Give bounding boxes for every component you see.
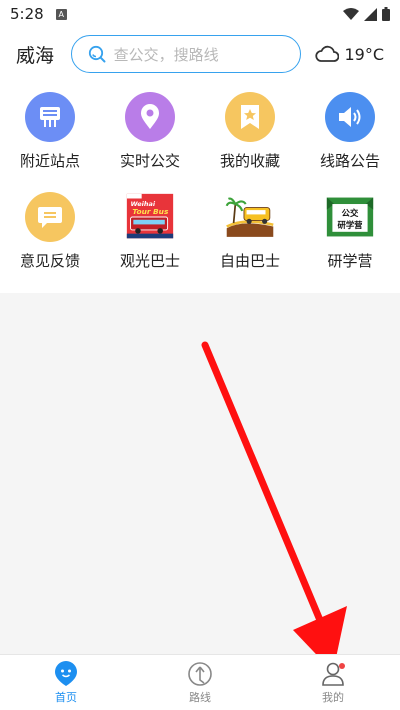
cloud-icon — [315, 45, 340, 62]
home-face-icon — [55, 661, 77, 686]
search-input[interactable]: 查公交，搜路线 — [70, 35, 302, 73]
bottom-tab-bar: 首页 路线 我的 — [0, 654, 400, 710]
tab-home-label: 首页 — [55, 691, 77, 704]
city-selector[interactable]: 威海 — [16, 41, 71, 68]
svg-text:Tour Bus: Tour Bus — [132, 207, 169, 216]
grid-item-nearby-stops[interactable]: 附近站点 — [0, 92, 100, 171]
speaker-icon — [325, 92, 375, 142]
weather-widget[interactable]: 19°C — [315, 45, 384, 64]
grid-item-label: 我的收藏 — [219, 152, 280, 170]
tab-profile[interactable]: 我的 — [293, 661, 373, 705]
svg-text:研学营: 研学营 — [338, 220, 364, 230]
function-grid: 附近站点 实时公交 我的收藏 线路公告 意见反馈 Weihai Tour Bus… — [0, 80, 400, 293]
grid-item-tour-bus[interactable]: Weihai Tour Bus 观光巴士 — [100, 192, 200, 271]
battery-icon — [382, 7, 390, 21]
wifi-icon — [343, 7, 359, 20]
grid-item-label: 实时公交 — [119, 152, 180, 170]
status-bar: 5:28 A — [0, 0, 400, 28]
tab-route[interactable]: 路线 — [160, 661, 240, 705]
notification-badge — [339, 663, 345, 669]
bookmark-star-icon — [225, 92, 275, 142]
grid-item-study-camp[interactable]: 公交 研学营 研学营 — [300, 192, 400, 271]
status-icons — [343, 7, 390, 21]
search-placeholder: 查公交，搜路线 — [113, 45, 219, 64]
grid-item-free-bus[interactable]: 自由巴士 — [200, 192, 300, 271]
grid-item-label: 研学营 — [327, 252, 373, 270]
route-compass-icon — [188, 662, 212, 686]
signal-icon — [364, 7, 377, 21]
header: 威海 查公交，搜路线 19°C — [0, 28, 400, 80]
grid-item-favorites[interactable]: 我的收藏 — [200, 92, 300, 171]
notification-icon: A — [55, 8, 67, 20]
svg-text:公交: 公交 — [342, 208, 359, 218]
free-bus-image — [225, 192, 275, 242]
bus-stop-icon — [25, 92, 75, 142]
tab-home[interactable]: 首页 — [26, 661, 106, 705]
grid-item-feedback[interactable]: 意见反馈 — [0, 192, 100, 271]
status-time: 5:28 — [10, 5, 44, 23]
grid-item-label: 观光巴士 — [119, 252, 180, 270]
feedback-icon — [25, 192, 75, 242]
tour-bus-image: Weihai Tour Bus — [125, 192, 175, 242]
grid-item-label: 意见反馈 — [19, 252, 80, 270]
grid-item-label: 线路公告 — [319, 152, 380, 170]
study-camp-image: 公交 研学营 — [325, 192, 375, 242]
grid-item-realtime-bus[interactable]: 实时公交 — [100, 92, 200, 171]
tab-route-label: 路线 — [189, 691, 211, 704]
grid-item-label: 附近站点 — [19, 152, 80, 170]
grid-item-label: 自由巴士 — [219, 252, 280, 270]
weather-temperature: 19°C — [344, 44, 384, 64]
grid-item-announcements[interactable]: 线路公告 — [300, 92, 400, 171]
location-pin-icon — [125, 92, 175, 142]
search-icon — [88, 45, 106, 63]
tab-profile-label: 我的 — [322, 691, 344, 704]
